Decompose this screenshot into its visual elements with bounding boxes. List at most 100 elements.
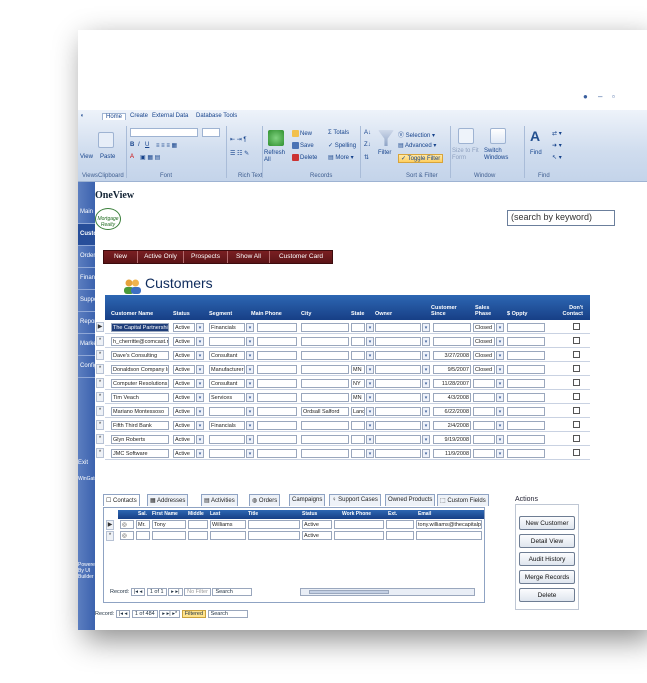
nav-item-exit[interactable]: Exit	[78, 460, 88, 466]
sales-phase-dropdown[interactable]: ▾	[496, 337, 504, 346]
no-filter-button[interactable]: No Filter	[184, 588, 211, 596]
sales-phase-dropdown[interactable]: ▾	[496, 421, 504, 430]
customer-name-cell[interactable]: Computer Resolutions Inc	[111, 379, 169, 388]
tab-contacts[interactable]: ☐ Contacts	[103, 494, 140, 506]
tab-external-data[interactable]: External Data	[152, 113, 188, 119]
col-customer-name[interactable]: Customer Name	[111, 311, 153, 317]
main-phone-cell[interactable]	[257, 365, 297, 374]
main-phone-cell[interactable]	[257, 323, 297, 332]
dont-contact-checkbox[interactable]	[573, 351, 580, 358]
state-dropdown[interactable]: ▾	[366, 323, 374, 332]
state-cell[interactable]: Lancs	[351, 407, 365, 416]
city-cell[interactable]	[301, 337, 349, 346]
spelling-button[interactable]: ✓ Spelling	[328, 142, 356, 149]
selection-button[interactable]: Ⓥ Selection ▾	[398, 130, 435, 139]
state-dropdown[interactable]: ▾	[366, 421, 374, 430]
segment-dropdown[interactable]: ▾	[246, 379, 254, 388]
work-phone-cell[interactable]	[334, 531, 384, 540]
col-dont-contact[interactable]: Don't Contact	[553, 305, 583, 317]
owner-cell[interactable]	[375, 351, 421, 360]
status-dropdown[interactable]: ▾	[196, 421, 204, 430]
middle-cell[interactable]	[188, 531, 208, 540]
status-cell[interactable]: Active	[173, 449, 195, 458]
goto-button[interactable]: ➜ ▾	[552, 142, 562, 149]
customer-name-cell[interactable]: Mariano Montessoso	[111, 407, 169, 416]
city-cell[interactable]	[301, 351, 349, 360]
segment-cell[interactable]: Services	[209, 393, 245, 402]
active-only-button[interactable]: Active Only	[138, 251, 184, 263]
dont-contact-checkbox[interactable]	[573, 365, 580, 372]
col-work-phone[interactable]: Work Phone	[342, 511, 371, 517]
segment-dropdown[interactable]: ▾	[246, 393, 254, 402]
sal-cell[interactable]	[136, 531, 150, 540]
state-dropdown[interactable]: ▾	[366, 379, 374, 388]
audit-history-button[interactable]: Audit History	[519, 552, 575, 566]
state-cell[interactable]	[351, 421, 365, 430]
owner-cell[interactable]	[375, 365, 421, 374]
refresh-icon[interactable]	[268, 130, 284, 146]
col-title[interactable]: Title	[248, 511, 258, 517]
owner-dropdown[interactable]: ▾	[422, 449, 430, 458]
owner-dropdown[interactable]: ▾	[422, 365, 430, 374]
owner-cell[interactable]	[375, 435, 421, 444]
oppty-cell[interactable]	[507, 407, 545, 416]
next-record-button[interactable]: ▸ ▸|	[168, 588, 183, 596]
middle-cell[interactable]	[188, 520, 208, 529]
sales-phase-cell[interactable]	[473, 435, 495, 444]
col-customer-since[interactable]: Customer Since	[431, 305, 461, 317]
col-state[interactable]: State	[351, 311, 364, 317]
status-cell[interactable]: Active	[173, 421, 195, 430]
state-cell[interactable]	[351, 435, 365, 444]
dont-contact-checkbox[interactable]	[573, 337, 580, 344]
state-cell[interactable]	[351, 351, 365, 360]
customer-name-cell[interactable]: JMC Software	[111, 449, 169, 458]
paste-button[interactable]: Paste	[100, 154, 115, 160]
customer-row[interactable]: *Computer Resolutions IncActive▾Consulta…	[96, 377, 590, 390]
owner-cell[interactable]	[375, 337, 421, 346]
customer-row[interactable]: * Dave's Consulting Active ▾ Consultant ▾ ▾ ▾ 3/…	[96, 349, 590, 362]
tab-database-tools[interactable]: Database Tools	[196, 113, 237, 119]
customer-row[interactable]: * Mariano Montessoso Active ▾ ▾ Ordsall Salfo…	[96, 405, 590, 418]
row-selector[interactable]: ▶	[96, 322, 104, 332]
font-color-button[interactable]: A	[130, 154, 134, 160]
state-dropdown[interactable]: ▾	[366, 337, 374, 346]
sort-descending-button[interactable]: Z↓	[364, 142, 371, 148]
status-cell[interactable]: Active	[173, 393, 195, 402]
row-selector[interactable]: *	[96, 350, 104, 360]
state-dropdown[interactable]: ▾	[366, 435, 374, 444]
email-cell[interactable]: tony.williams@thecapitalpa	[416, 520, 482, 529]
dont-contact-checkbox[interactable]	[573, 393, 580, 400]
main-phone-cell[interactable]	[257, 421, 297, 430]
main-phone-cell[interactable]	[257, 407, 297, 416]
segment-dropdown[interactable]: ▾	[246, 449, 254, 458]
oppty-cell[interactable]	[507, 351, 545, 360]
row-selector[interactable]: *	[96, 448, 104, 458]
align-buttons[interactable]: ≡ ≡ ≡ ▦	[156, 142, 177, 149]
state-cell[interactable]	[351, 323, 365, 332]
status-dropdown[interactable]: ▾	[196, 365, 204, 374]
main-phone-cell[interactable]	[257, 435, 297, 444]
switch-windows-icon[interactable]	[490, 128, 506, 144]
size-to-fit-button[interactable]: Size to Fit Form	[452, 148, 482, 162]
status-cell[interactable]: Active	[173, 351, 195, 360]
contact-row[interactable]: ▶ ◎ Mr. Tony Williams Active tony.williams@the…	[106, 520, 484, 530]
minimize-button[interactable]: –	[598, 92, 602, 101]
title-cell[interactable]	[248, 531, 300, 540]
segment-dropdown[interactable]: ▾	[246, 323, 254, 332]
dont-contact-checkbox[interactable]	[573, 449, 580, 456]
font-name-select[interactable]	[130, 128, 198, 137]
status-cell[interactable]: Active	[173, 379, 195, 388]
main-phone-cell[interactable]	[257, 351, 297, 360]
city-cell[interactable]	[301, 421, 349, 430]
oppty-cell[interactable]	[507, 435, 545, 444]
customer-row[interactable]: ▶ The Capital Partnership Active ▾ Financial…	[96, 321, 590, 334]
status-cell[interactable]: Active	[173, 337, 195, 346]
paste-icon[interactable]	[98, 132, 114, 148]
bold-button[interactable]: B	[130, 142, 134, 148]
row-selector[interactable]: *	[96, 392, 104, 402]
segment-cell[interactable]: Consultant	[209, 351, 245, 360]
underline-button[interactable]: U	[145, 142, 149, 148]
customer-row[interactable]: * JMC Software Active ▾ ▾ ▾ ▾ 11/9/2008 ▾	[96, 447, 590, 460]
sales-phase-dropdown[interactable]: ▾	[496, 379, 504, 388]
col-main-phone[interactable]: Main Phone	[251, 311, 282, 317]
